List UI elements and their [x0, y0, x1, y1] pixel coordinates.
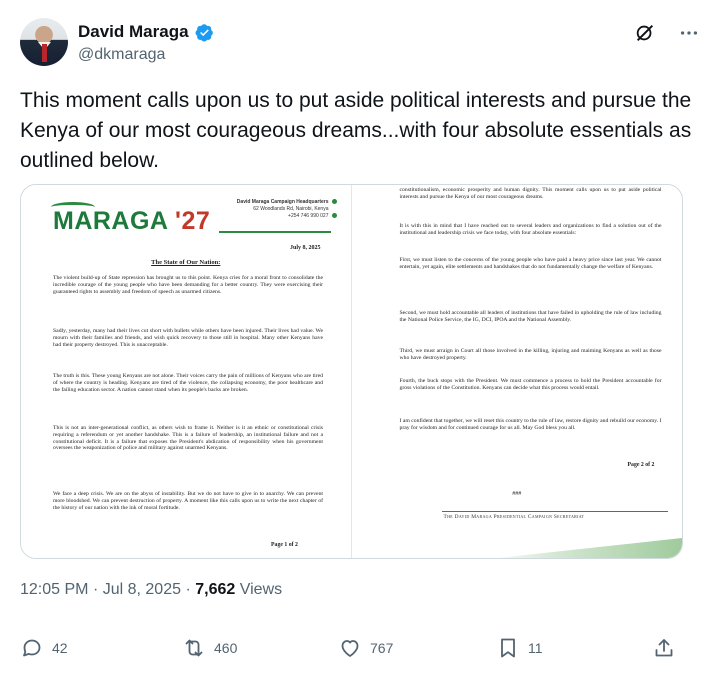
- tweet-media-image[interactable]: MARAGA '27 David Maraga Campaign Headqua…: [20, 184, 683, 559]
- header-rule: [219, 231, 331, 233]
- like-icon: [341, 640, 359, 657]
- decorative-ribbon: [498, 538, 682, 558]
- paragraph: Third, we must arraign in Court all thos…: [399, 348, 662, 361]
- reply-button[interactable]: 42: [20, 636, 68, 660]
- paragraph: We face a deep crisis. We are on the aby…: [53, 491, 323, 511]
- repost-icon: [185, 639, 203, 657]
- document-page-1: MARAGA '27 David Maraga Campaign Headqua…: [21, 185, 352, 558]
- hq-phone: +254 746 990 027: [288, 213, 329, 219]
- tweet-header: David Maraga @dkmaraga: [20, 18, 700, 70]
- reply-icon: [23, 639, 41, 657]
- end-mark: ###: [512, 491, 522, 497]
- author-handle[interactable]: @dkmaraga: [78, 46, 165, 64]
- paragraph: Second, we must hold accountable all lea…: [399, 310, 662, 323]
- avatar[interactable]: [20, 18, 68, 66]
- views-count: 7,662: [195, 581, 236, 598]
- header-actions: [634, 22, 700, 44]
- paragraph: Sadly, yesterday, many had their lives c…: [53, 328, 323, 348]
- letter-date: July 8, 2025: [289, 245, 321, 251]
- signature: The David Maraga Presidential Campaign S…: [443, 514, 585, 520]
- grok-icon[interactable]: [634, 22, 656, 44]
- page-number: Page 2 of 2: [627, 462, 655, 468]
- share-icon: [655, 639, 673, 657]
- repost-count: 460: [214, 640, 238, 656]
- signature-rule: [441, 511, 668, 512]
- document-page-2: constitutionalism, economic prosperity a…: [351, 185, 682, 558]
- reply-count: 42: [52, 640, 68, 656]
- more-icon[interactable]: [678, 22, 700, 44]
- bookmark-icon: [501, 638, 515, 658]
- like-button[interactable]: 767: [338, 636, 393, 660]
- tweet-text: This moment calls upon us to put aside p…: [20, 89, 692, 172]
- views-label: Views: [239, 581, 283, 598]
- author-name[interactable]: David Maraga: [78, 22, 189, 42]
- paragraph: The truth is this. These young Kenyans a…: [53, 373, 323, 393]
- paragraph: This is not an inter-generational confli…: [53, 425, 323, 452]
- hq-address: 62 Woodlands Rd, Nairobi, Kenya: [253, 206, 329, 212]
- author-name-row: David Maraga: [78, 22, 214, 42]
- paragraph: It is with this in mind that I have reac…: [399, 223, 662, 236]
- verified-badge-icon: [195, 23, 213, 42]
- tweet-time[interactable]: 12:05 PM: [20, 581, 88, 598]
- hq-address-block: David Maraga Campaign Headquarters 62 Wo…: [199, 199, 329, 220]
- page-number: Page 1 of 2: [271, 542, 298, 548]
- paragraph: First, we must listen to the concerns of…: [399, 257, 662, 270]
- paragraph: constitutionalism, economic prosperity a…: [399, 187, 662, 200]
- location-icon: [331, 199, 337, 204]
- phone-icon: [331, 213, 337, 218]
- tweet-meta: 12:05 PM · Jul 8, 2025 · 7,662 Views: [20, 581, 283, 598]
- letter-heading: The State of Our Nation:: [151, 259, 221, 266]
- paragraph: I am confident that together, we will re…: [399, 418, 662, 431]
- bookmark-count: 11: [528, 640, 543, 656]
- hq-title: David Maraga Campaign Headquarters: [236, 199, 329, 205]
- tweet-actions: 42 460 767 11: [20, 636, 680, 666]
- paragraph: The violent build-up of State repression…: [53, 275, 323, 295]
- like-count: 767: [370, 640, 394, 656]
- repost-button[interactable]: 460: [182, 636, 237, 660]
- bookmark-button[interactable]: 11: [496, 636, 543, 660]
- tweet-date[interactable]: Jul 8, 2025: [103, 581, 181, 598]
- share-button[interactable]: [652, 636, 676, 660]
- campaign-logo: MARAGA '27: [53, 207, 211, 235]
- paragraph: Fourth, the buck stops with the Presiden…: [399, 378, 662, 391]
